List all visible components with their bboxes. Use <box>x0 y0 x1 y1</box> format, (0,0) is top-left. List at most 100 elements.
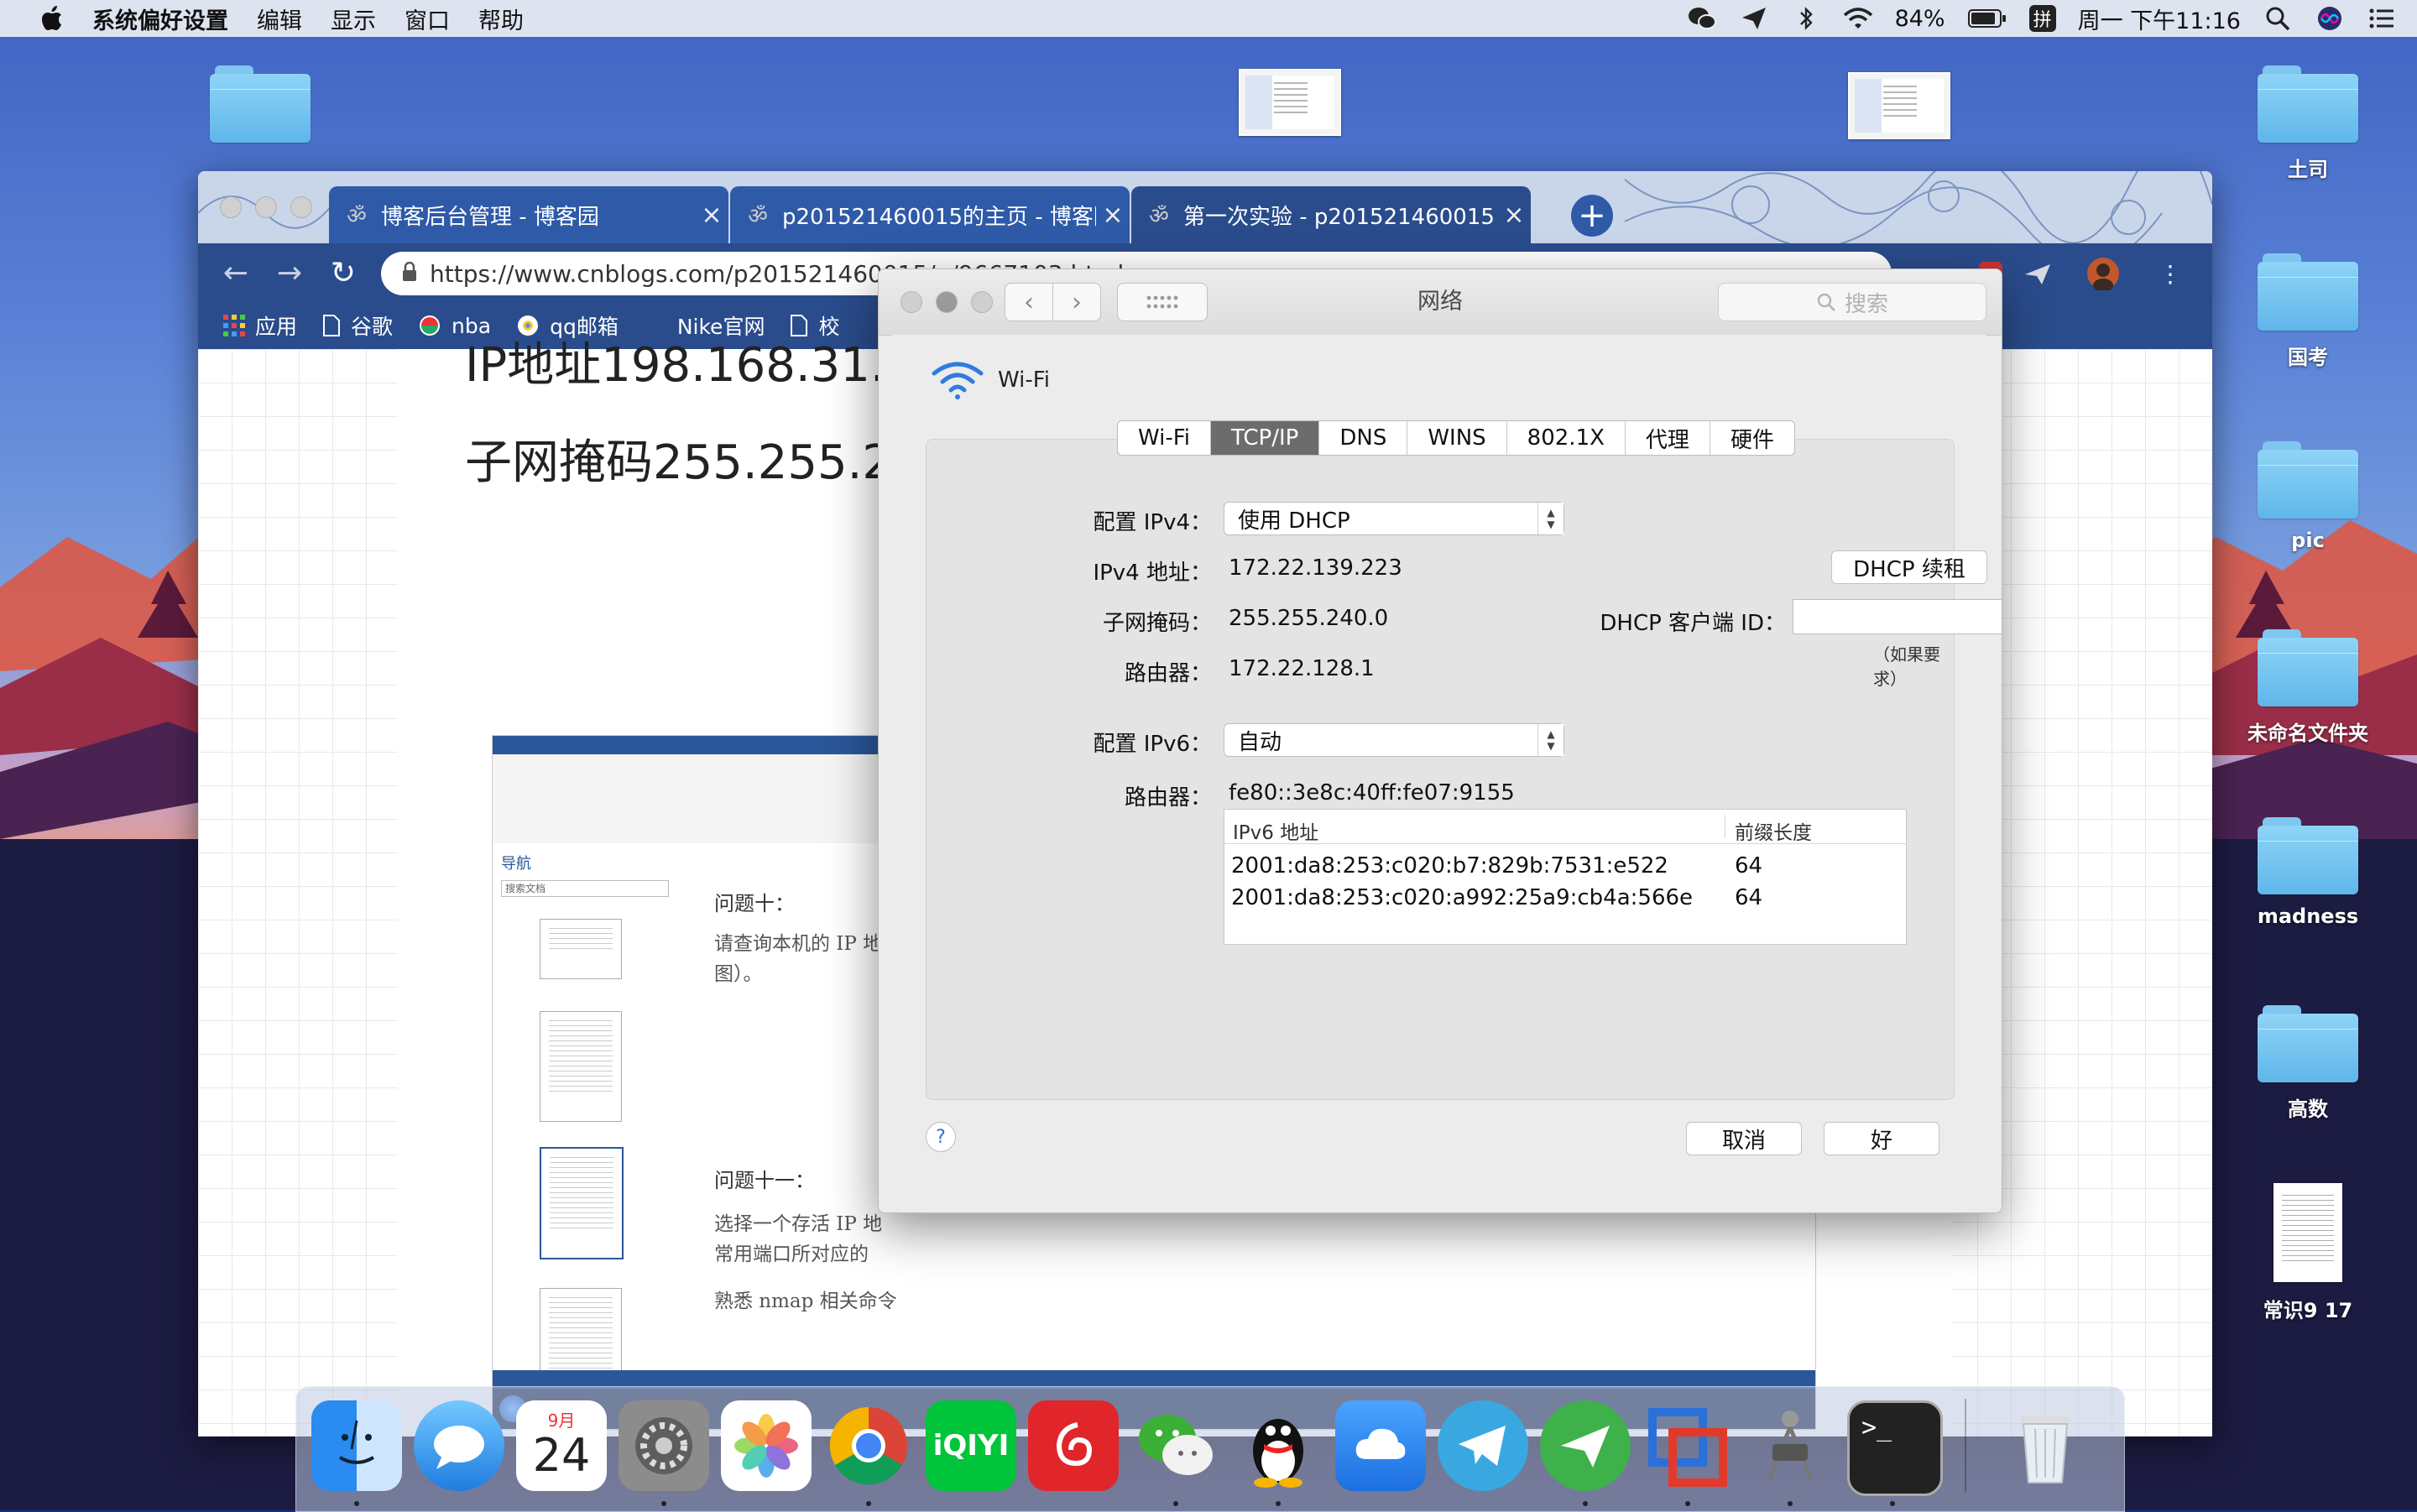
desktop-icon-label: 常识9 17 <box>2263 1299 2353 1322</box>
router-label: 路由器： <box>1124 661 1212 686</box>
airmail-icon[interactable] <box>1540 1400 1631 1491</box>
netease-music-icon[interactable] <box>1028 1400 1119 1491</box>
table-row[interactable]: 2001:da8:253:c020:b7:829b:7531:e522 64 <box>1224 850 1906 882</box>
notification-center-icon[interactable] <box>2367 3 2397 34</box>
qq-icon[interactable] <box>1233 1400 1323 1491</box>
desktop-screenshot-thumbnail-1[interactable] <box>1239 69 1341 136</box>
menu-app-name[interactable]: 系统偏好设置 <box>92 3 228 35</box>
tab-wifi[interactable]: Wi-Fi <box>1118 421 1210 455</box>
tab-proxy[interactable]: 代理 <box>1624 421 1710 455</box>
bluetooth-icon[interactable] <box>1791 3 1821 34</box>
reload-icon[interactable]: ↻ <box>322 252 364 294</box>
camera-app-icon[interactable] <box>1745 1400 1835 1491</box>
running-indicator <box>661 1501 666 1506</box>
photos-icon[interactable] <box>721 1400 812 1491</box>
menu-help[interactable]: 帮助 <box>478 3 524 35</box>
dhcp-renew-button[interactable]: DHCP 续租 <box>1831 550 1987 584</box>
tab-tcpip[interactable]: TCP/IP <box>1210 421 1319 455</box>
calendar-icon[interactable]: 9月 24 <box>516 1400 607 1491</box>
browser-close-dot[interactable] <box>220 196 242 218</box>
tab-close-icon[interactable]: × <box>1497 201 1531 230</box>
desktop-document-changshi[interactable]: 常识9 17 <box>2232 1183 2383 1323</box>
dhcp-client-id-label: DHCP 客户端 ID： <box>1600 611 1786 636</box>
column-header-prefix[interactable]: 前缀长度 <box>1735 816 1812 845</box>
dhcp-client-id-input[interactable] <box>1793 599 2002 634</box>
ok-button[interactable]: 好 <box>1824 1122 1939 1155</box>
menu-view[interactable]: 显示 <box>331 3 376 35</box>
configure-ipv4-popup[interactable]: 使用 DHCP ▲ ▼ <box>1224 502 1564 535</box>
desktop-folder-pic[interactable]: pic <box>2232 441 2383 552</box>
forward-arrow-icon[interactable]: → <box>269 252 311 294</box>
chrome-icon[interactable] <box>823 1400 914 1491</box>
menu-edit[interactable]: 编辑 <box>257 3 302 35</box>
network-preferences-window: ‹ › 网络 搜索 Wi-Fi Wi-Fi TCP/IP DNS WINS 80… <box>878 269 2002 1213</box>
tab-wins[interactable]: WINS <box>1407 421 1506 455</box>
terminal-icon[interactable]: >_ <box>1847 1400 1943 1496</box>
menu-window[interactable]: 窗口 <box>405 3 450 35</box>
input-method-icon[interactable]: 拼 <box>2028 5 2056 32</box>
calendar-month: 9月 <box>547 1410 576 1431</box>
desktop-folder-guokao[interactable]: 国考 <box>2232 253 2383 370</box>
finder-icon[interactable] <box>311 1400 402 1491</box>
table-header: IPv6 地址 前缀长度 <box>1224 810 1906 844</box>
system-preferences-icon[interactable] <box>619 1400 709 1491</box>
desktop-folder-untitled[interactable]: 未命名文件夹 <box>2232 629 2383 746</box>
desktop-folder-tusi[interactable]: 土司 <box>2232 65 2383 182</box>
desktop-folder-left[interactable] <box>185 65 336 153</box>
paper-plane-status-icon[interactable] <box>1739 3 1769 34</box>
word-page-thumb <box>540 919 622 979</box>
wechat-icon[interactable] <box>1130 1400 1221 1491</box>
tab-dns[interactable]: DNS <box>1318 421 1407 455</box>
word-text: 熟悉 nmap 相关命令 <box>714 1290 897 1312</box>
browser-tab-first-experiment[interactable]: ॐ 第一次实验 - p201521460015 - 博客园 × <box>1131 186 1531 243</box>
telegram-icon[interactable] <box>1438 1400 1528 1491</box>
word-text: 图）。 <box>714 963 763 985</box>
new-tab-button[interactable]: + <box>1571 195 1613 237</box>
weiyun-icon[interactable] <box>1335 1400 1426 1491</box>
desktop-folder-madness[interactable]: madness <box>2232 817 2383 928</box>
running-indicator <box>1173 1501 1178 1506</box>
interface-header: Wi-Fi <box>931 360 1050 400</box>
menubar-clock[interactable]: 周一 下午11:16 <box>2078 3 2241 35</box>
tab-8021x[interactable]: 802.1X <box>1506 421 1625 455</box>
help-button[interactable]: ? <box>926 1122 956 1152</box>
ipv4-address-value: 172.22.139.223 <box>1229 555 1402 581</box>
trash-icon[interactable] <box>2000 1400 2091 1491</box>
word-text: 常用端口所对应的 <box>714 1243 869 1265</box>
ipv6-address-table[interactable]: IPv6 地址 前缀长度 2001:da8:253:c020:b7:829b:7… <box>1224 809 1907 945</box>
profile-avatar[interactable] <box>2086 257 2120 290</box>
extension-bird-icon[interactable] <box>2021 257 2054 290</box>
tab-close-icon[interactable]: × <box>695 201 728 230</box>
desktop-folder-gaoshu[interactable]: 高数 <box>2232 1005 2383 1122</box>
table-row[interactable]: 2001:da8:253:c020:a992:25a9:cb4a:566e 64 <box>1224 882 1906 914</box>
tab-close-icon[interactable]: × <box>1096 201 1130 230</box>
desktop-icon-label: 未命名文件夹 <box>2247 722 2368 745</box>
back-arrow-icon[interactable]: ← <box>215 252 257 294</box>
browser-tab-homepage[interactable]: ॐ p201521460015的主页 - 博客园 × <box>730 186 1130 243</box>
bookmark-label: 应用 <box>255 315 298 339</box>
bookmark-apps[interactable]: 应用 <box>223 310 297 341</box>
spotlight-search-icon[interactable] <box>2263 3 2293 34</box>
desktop-screenshot-thumbnail-2[interactable] <box>1848 72 1950 139</box>
siri-icon[interactable] <box>2315 3 2345 34</box>
cancel-button[interactable]: 取消 <box>1686 1122 1802 1155</box>
wifi-status-icon[interactable] <box>1843 3 1873 34</box>
wechat-status-icon[interactable] <box>1687 3 1717 34</box>
browser-minimize-dot[interactable] <box>255 196 277 218</box>
advanced-settings-sheet: Wi-Fi Wi-Fi TCP/IP DNS WINS 802.1X 代理 硬件… <box>892 335 2002 1199</box>
configure-ipv6-popup[interactable]: 自动 ▲ ▼ <box>1224 723 1564 757</box>
battery-icon[interactable] <box>1967 3 2007 34</box>
apple-menu-icon[interactable] <box>27 0 77 37</box>
browser-menu-icon[interactable]: ⋮ <box>2153 257 2187 290</box>
prefix-length-cell: 64 <box>1735 853 1763 879</box>
tab-hardware[interactable]: 硬件 <box>1709 421 1794 455</box>
bookmark-google[interactable]: 谷歌 <box>322 310 393 341</box>
messages-icon[interactable] <box>414 1400 504 1491</box>
column-header-address[interactable]: IPv6 地址 <box>1233 816 1318 845</box>
parallels-icon[interactable] <box>1642 1400 1733 1491</box>
browser-tab-blog-admin[interactable]: ॐ 博客后台管理 - 博客园 × <box>329 186 728 243</box>
iqiyi-icon[interactable]: iQIYI <box>926 1400 1016 1491</box>
configure-ipv6-label: 配置 IPv6： <box>1093 732 1212 757</box>
preferences-search-field[interactable]: 搜索 <box>1718 283 1986 321</box>
browser-zoom-dot[interactable] <box>290 196 312 218</box>
